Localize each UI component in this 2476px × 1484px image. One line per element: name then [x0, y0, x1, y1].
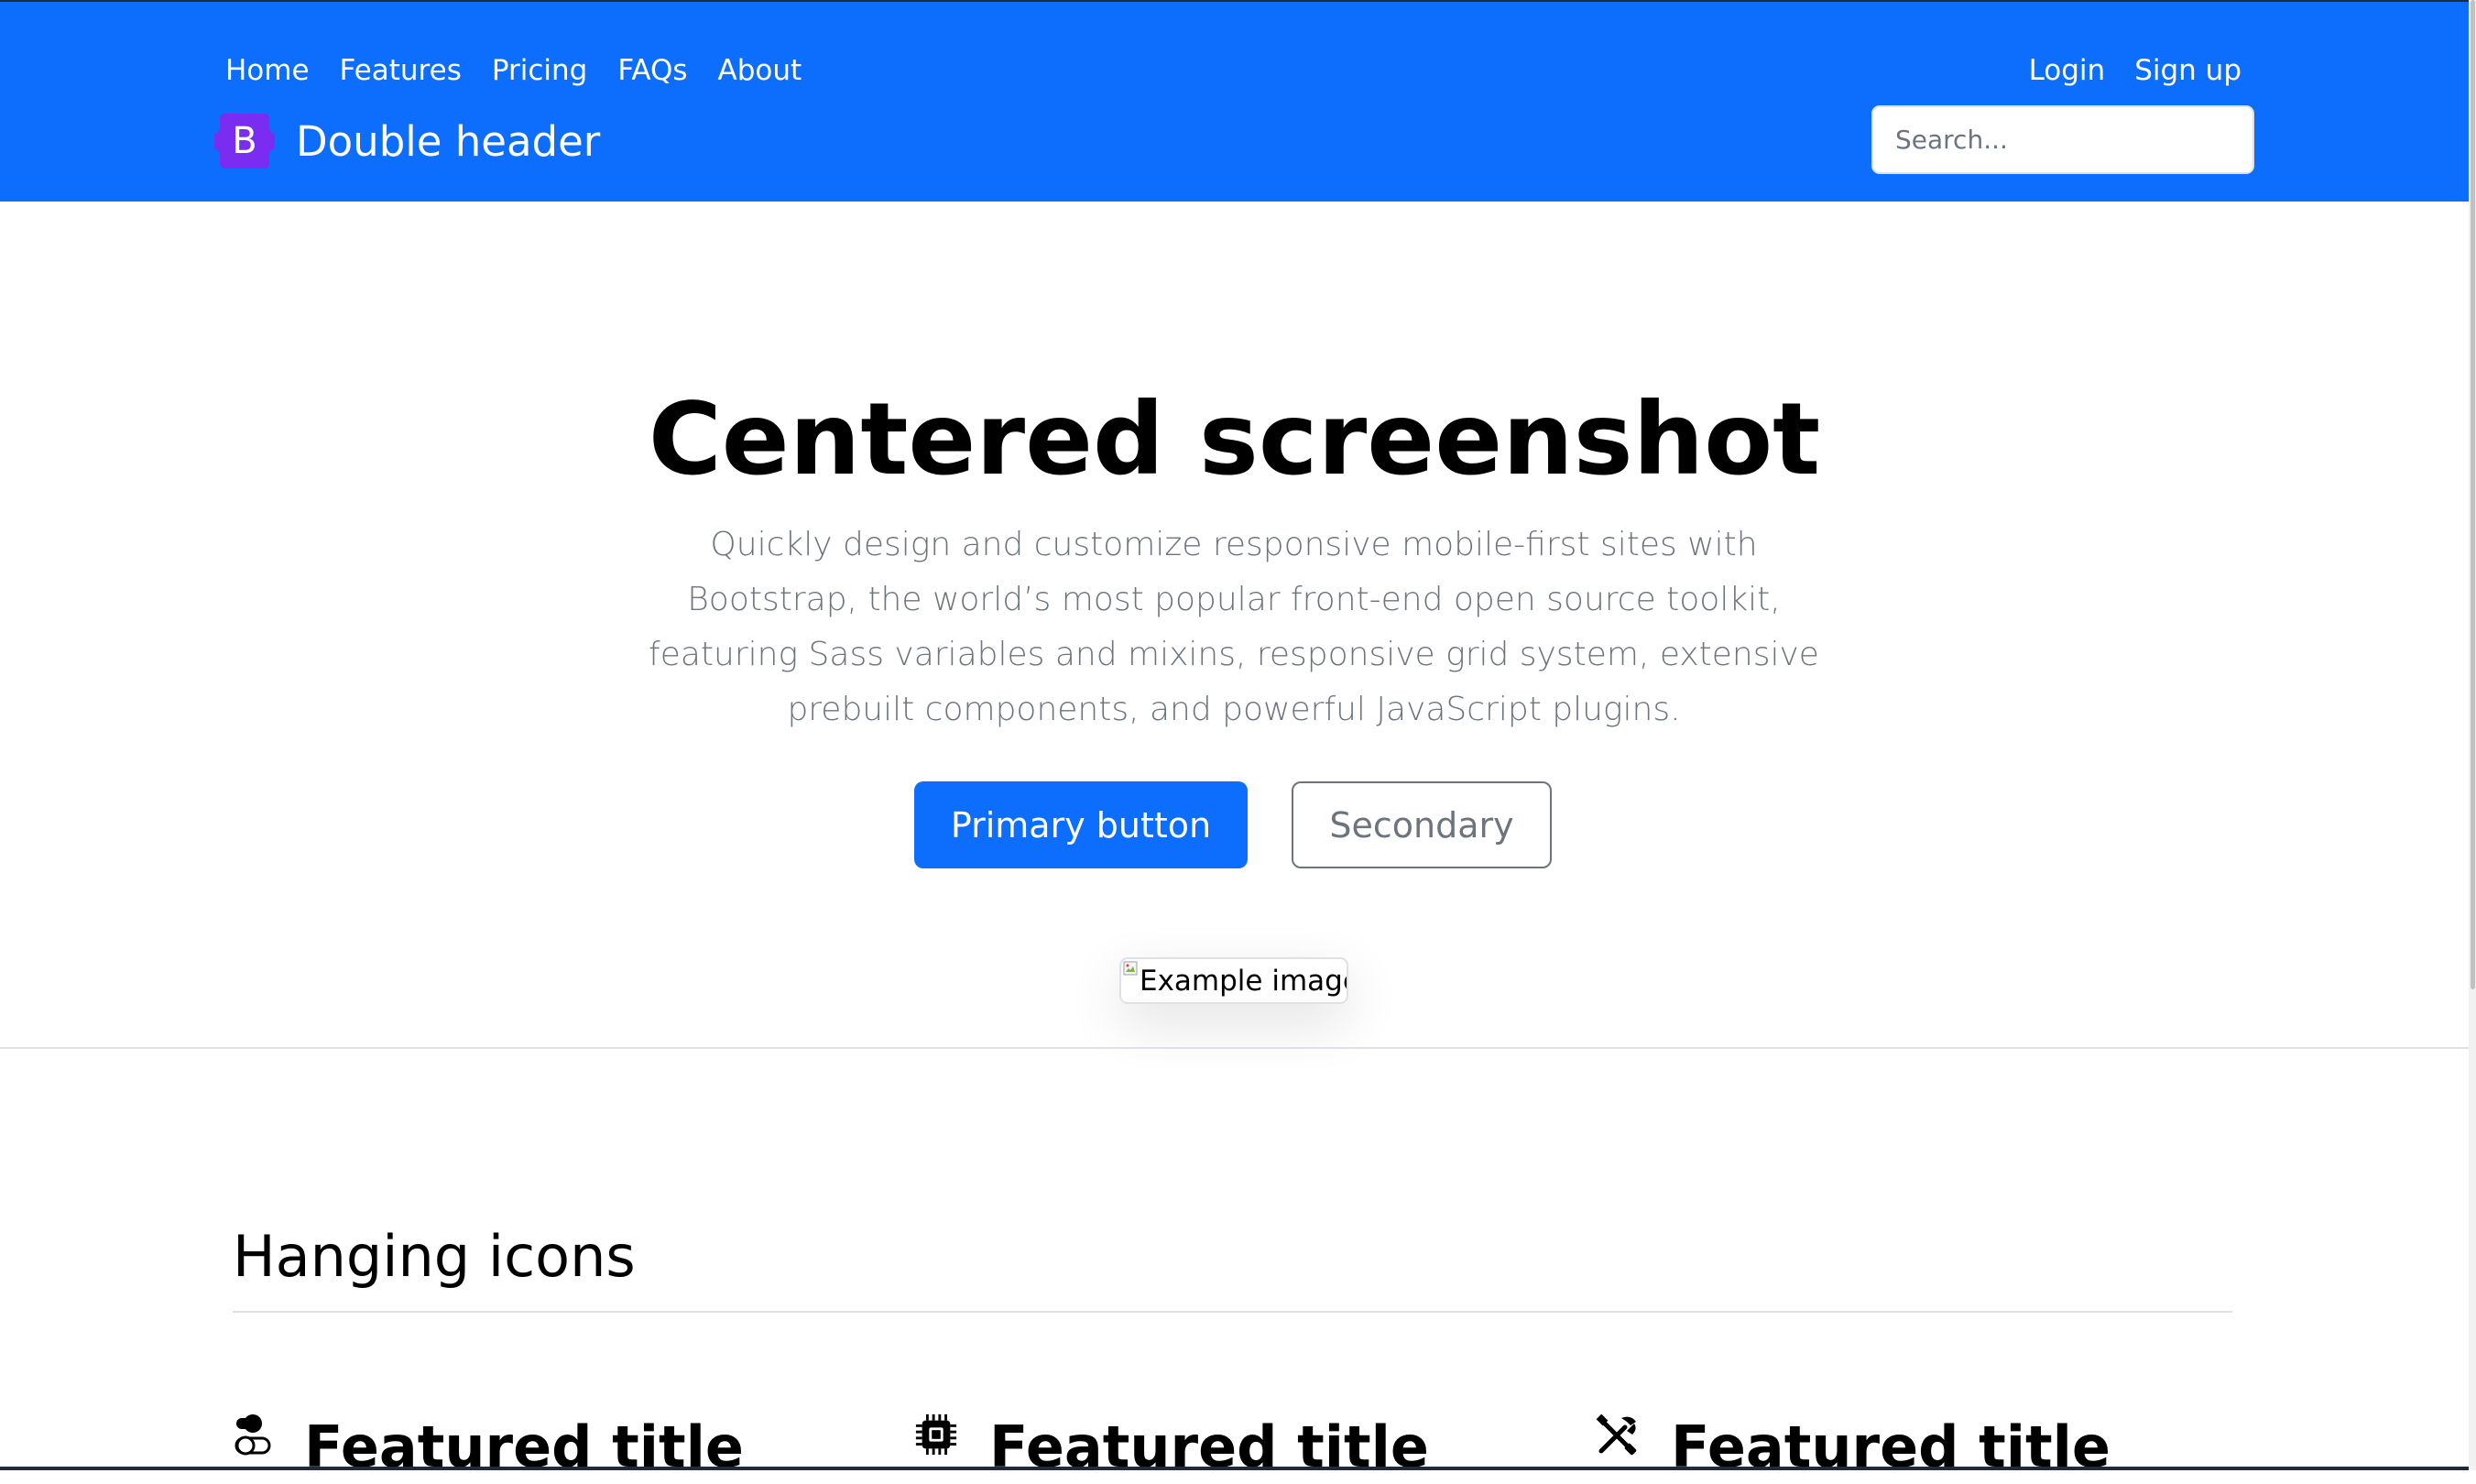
login-link[interactable]: Login	[2029, 54, 2106, 87]
scrollbar-thumb[interactable]	[2471, 0, 2475, 989]
primary-button[interactable]: Primary button	[914, 781, 1248, 868]
feature-title: Featured title	[989, 1413, 1429, 1480]
window-bottom-edge	[0, 1467, 2469, 1470]
bootstrap-logo-icon: B	[213, 112, 277, 170]
section-title-divider	[233, 1311, 2232, 1313]
feature-item: Featured title	[1594, 1411, 2111, 1484]
nav-link-features[interactable]: Features	[340, 54, 462, 87]
broken-image-icon	[1123, 961, 1138, 976]
brand-logo-letter: B	[232, 120, 257, 162]
example-image-alt-text: Example image	[1140, 964, 1348, 998]
section-divider	[0, 1047, 2469, 1049]
search-input[interactable]	[1871, 105, 2254, 174]
signup-link[interactable]: Sign up	[2134, 54, 2241, 87]
nav-link-pricing[interactable]: Pricing	[492, 54, 588, 87]
nav-link-faqs[interactable]: FAQs	[617, 54, 687, 87]
primary-nav: Home Features Pricing FAQs About	[225, 50, 832, 91]
example-image: Example image	[1119, 957, 1348, 1004]
feature-title: Featured title	[1671, 1413, 2111, 1480]
cpu-icon	[915, 1413, 957, 1456]
tools-icon	[1596, 1413, 1637, 1456]
toggles-icon	[235, 1414, 271, 1456]
nav-link-about[interactable]: About	[718, 54, 802, 87]
section-title: Hanging icons	[233, 1223, 636, 1290]
brand-title: Double header	[296, 116, 601, 166]
brand[interactable]: B Double header	[213, 110, 600, 172]
hero-title: Centered screenshot	[648, 381, 1821, 497]
site-header: Home Features Pricing FAQs About Login S…	[0, 0, 2469, 202]
secondary-button[interactable]: Secondary	[1292, 781, 1552, 868]
feature-title: Featured title	[304, 1413, 744, 1480]
feature-item: Featured title	[914, 1411, 1429, 1484]
hero-lead: Quickly design and customize responsive …	[649, 526, 1819, 728]
account-nav: Login Sign up	[2000, 50, 2241, 91]
nav-link-home[interactable]: Home	[225, 54, 310, 87]
feature-item: Featured title	[233, 1411, 744, 1484]
